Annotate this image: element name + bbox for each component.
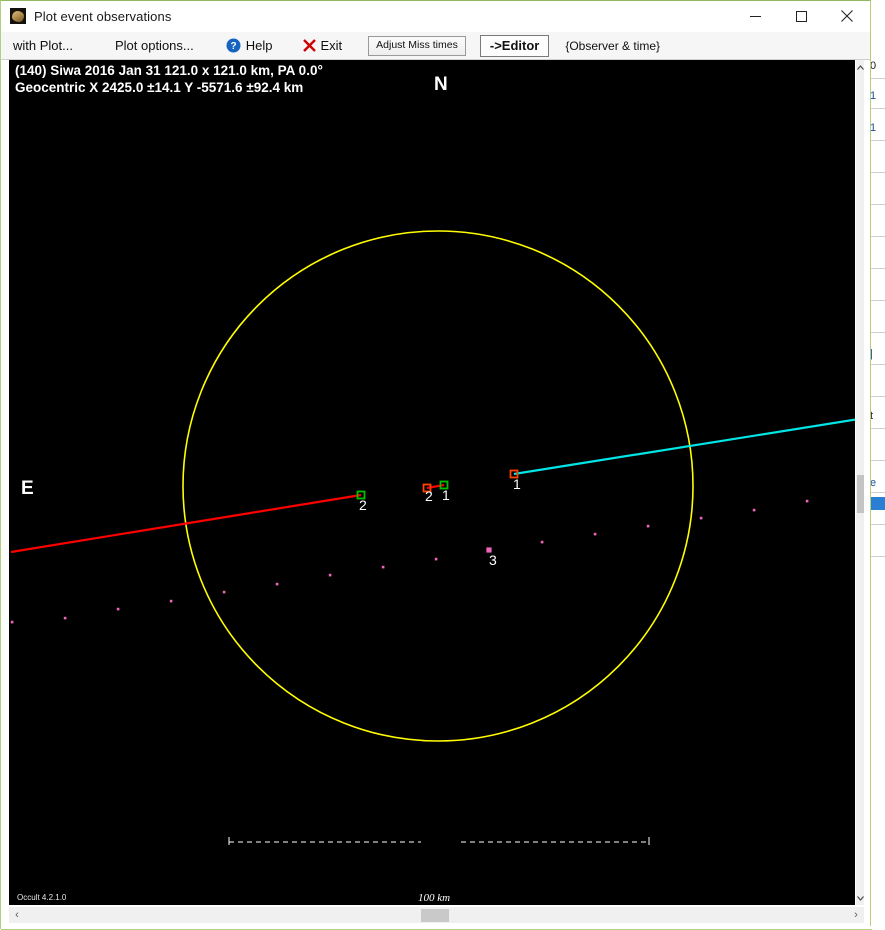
- menu-with-plot[interactable]: with Plot...: [13, 32, 73, 60]
- chord-label-2-short: 2: [425, 488, 433, 504]
- scroll-left-arrow[interactable]: ‹: [9, 907, 25, 923]
- scroll-right-arrow[interactable]: ›: [848, 907, 864, 923]
- star-track-dot: [275, 582, 279, 586]
- scroll-thumb-vertical[interactable]: [857, 475, 864, 513]
- editor-button[interactable]: ->Editor: [479, 34, 550, 57]
- chord-label-1-short: 1: [442, 487, 450, 503]
- asteroid-icon: [10, 8, 26, 24]
- occultation-plot[interactable]: (140) Siwa 2016 Jan 31 121.0 x 121.0 km,…: [9, 60, 855, 905]
- background-window-row-divider: [869, 524, 885, 525]
- svg-text:?: ?: [230, 41, 236, 52]
- window-horizontal-scrollbar[interactable]: ‹ ›: [9, 907, 864, 923]
- background-window-row-divider: [869, 108, 885, 109]
- star-track-dot: [169, 599, 173, 603]
- star-track-dot: [646, 524, 650, 528]
- plot-header-line-2: Geocentric X 2425.0 ±14.1 Y -5571.6 ±92.…: [15, 80, 304, 95]
- background-window-row-divider: [869, 396, 885, 397]
- background-window-row-divider: [869, 204, 885, 205]
- plot-header-line-1: (140) Siwa 2016 Jan 31 121.0 x 121.0 km,…: [15, 63, 323, 78]
- star-track-dot: [540, 540, 544, 544]
- chord-line-1: [513, 418, 855, 476]
- background-window-row-divider: [869, 236, 885, 237]
- star-track-dot: [381, 565, 385, 569]
- background-window-row-divider: [869, 332, 885, 333]
- background-window-row-divider: [869, 78, 885, 79]
- menu-plot-options[interactable]: Plot options...: [115, 32, 194, 60]
- adjust-miss-times-button[interactable]: Adjust Miss times: [368, 35, 466, 56]
- background-window-row-divider: [869, 268, 885, 269]
- chord-label-1: 1: [513, 476, 521, 492]
- background-window-row-divider: [869, 460, 885, 461]
- plot-vertical-scrollbar[interactable]: [855, 60, 864, 905]
- menu-exit[interactable]: Exit: [302, 32, 343, 60]
- scale-bar: [228, 837, 650, 845]
- background-window-row-divider: [869, 556, 885, 557]
- window-title: Plot event observations: [34, 8, 172, 24]
- background-window-row-divider: [869, 492, 885, 493]
- background-window-row-divider: [869, 140, 885, 141]
- star-track-dot: [699, 516, 703, 520]
- close-x-icon: [302, 39, 316, 52]
- star-track-dot: [593, 532, 597, 536]
- star-track-dot: [222, 590, 226, 594]
- scale-bar-label: 100 km: [418, 892, 451, 904]
- background-window-row-divider: [869, 172, 885, 173]
- north-direction-label: N: [434, 74, 448, 95]
- plot-event-observations-window: Plot event observations with Plot... Plo…: [0, 0, 872, 930]
- east-direction-label: E: [21, 478, 34, 499]
- scroll-down-arrow[interactable]: [856, 891, 865, 905]
- star-track-dot: [805, 499, 809, 503]
- version-label: Occult 4.2.1.0: [17, 893, 67, 902]
- background-window-selected-row[interactable]: [869, 497, 885, 510]
- background-window-row-divider: [869, 364, 885, 365]
- minimize-button[interactable]: [732, 1, 778, 31]
- chord-line-2: [10, 493, 362, 554]
- menu-plot-options-label: Plot options...: [114, 38, 194, 53]
- observation-chords: [10, 418, 855, 554]
- miss-label-3: 3: [489, 552, 497, 568]
- window-controls: [732, 1, 870, 31]
- chord-label-2: 2: [359, 497, 367, 513]
- toolbar: with Plot... Plot options... ? Help Exit: [1, 32, 870, 60]
- background-window-row-divider: [869, 300, 885, 301]
- star-track-dot: [752, 508, 756, 512]
- star-track-dot: [328, 573, 332, 577]
- star-track-dots: [10, 499, 809, 624]
- star-track-dot: [116, 607, 120, 611]
- maximize-button[interactable]: [778, 1, 824, 31]
- menu-with-plot-label: with Plot...: [13, 38, 73, 53]
- help-circle-icon: ?: [226, 38, 241, 53]
- plot-area-wrapper: (140) Siwa 2016 Jan 31 121.0 x 121.0 km,…: [9, 60, 864, 905]
- menu-help-label: Help: [245, 38, 273, 53]
- close-button[interactable]: [824, 1, 870, 31]
- scroll-up-arrow[interactable]: [856, 60, 865, 74]
- scroll-thumb-horizontal[interactable]: [421, 909, 449, 922]
- menu-exit-label: Exit: [320, 38, 343, 53]
- background-window-row-divider: [869, 428, 885, 429]
- star-track-dot: [434, 557, 438, 561]
- window-bottom-edge: [1, 926, 872, 930]
- plot-canvas: [10, 230, 855, 845]
- title-bar[interactable]: Plot event observations: [1, 1, 870, 32]
- star-track-dot: [63, 616, 67, 620]
- star-track-dot: [10, 620, 14, 624]
- observer-and-time-label[interactable]: {Observer & time}: [565, 32, 660, 60]
- menu-help[interactable]: ? Help: [226, 32, 273, 60]
